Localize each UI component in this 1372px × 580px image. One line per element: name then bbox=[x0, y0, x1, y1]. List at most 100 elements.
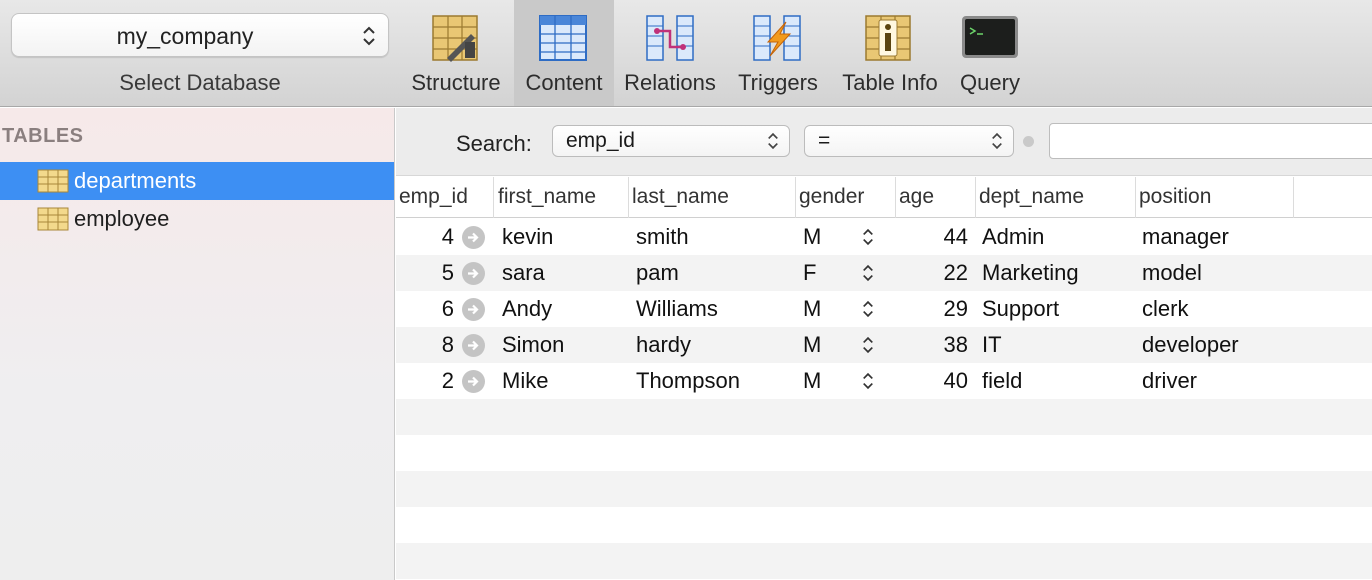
cell-gender[interactable]: F bbox=[803, 255, 853, 291]
cell-dept-name[interactable]: Support bbox=[982, 291, 1132, 327]
database-select-value: my_company bbox=[116, 23, 254, 49]
query-icon bbox=[962, 16, 1018, 58]
table-info-icon bbox=[865, 15, 911, 61]
cell-first-name[interactable]: Mike bbox=[502, 363, 630, 399]
chevron-updown-icon bbox=[992, 132, 1002, 150]
search-field-select[interactable]: emp_id bbox=[552, 125, 790, 157]
cell-first-name[interactable]: kevin bbox=[502, 219, 630, 255]
status-dot bbox=[1023, 136, 1034, 147]
chevron-updown-icon[interactable] bbox=[862, 298, 874, 320]
link-arrow-icon[interactable] bbox=[462, 298, 485, 321]
cell-last-name[interactable]: hardy bbox=[636, 327, 796, 363]
link-arrow-icon[interactable] bbox=[462, 262, 485, 285]
column-header-first-name[interactable]: first_name bbox=[495, 177, 629, 218]
cell-dept-name[interactable]: field bbox=[982, 363, 1132, 399]
table-header: emp_id first_name last_name gender age d… bbox=[396, 177, 1372, 218]
cell-position[interactable]: model bbox=[1142, 255, 1302, 291]
cell-age[interactable]: 44 bbox=[896, 219, 968, 255]
table-info-label: Table Info bbox=[842, 70, 938, 95]
content-icon bbox=[539, 15, 587, 61]
table-icon bbox=[37, 169, 69, 193]
structure-tab[interactable]: Structure bbox=[404, 0, 508, 106]
cell-age[interactable]: 22 bbox=[896, 255, 968, 291]
column-header-position[interactable]: position bbox=[1136, 177, 1294, 218]
cell-emp-id[interactable]: 6 bbox=[396, 291, 454, 327]
triggers-tab[interactable]: Triggers bbox=[728, 0, 828, 106]
cell-gender[interactable]: M bbox=[803, 363, 853, 399]
table-row-empty bbox=[396, 435, 1372, 471]
table-row[interactable]: 6 Andy Williams M 29 Support clerk bbox=[396, 291, 1372, 327]
cell-last-name[interactable]: Williams bbox=[636, 291, 796, 327]
cell-last-name[interactable]: Thompson bbox=[636, 363, 796, 399]
link-arrow-icon[interactable] bbox=[462, 226, 485, 249]
sidebar-item-departments[interactable]: departments bbox=[0, 162, 394, 200]
cell-emp-id[interactable]: 4 bbox=[396, 219, 454, 255]
cell-emp-id[interactable]: 5 bbox=[396, 255, 454, 291]
table-info-tab[interactable]: Table Info bbox=[834, 0, 946, 106]
cell-first-name[interactable]: sara bbox=[502, 255, 630, 291]
cell-dept-name[interactable]: Marketing bbox=[982, 255, 1132, 291]
structure-icon bbox=[432, 15, 478, 62]
content-table: emp_id first_name last_name gender age d… bbox=[396, 177, 1372, 580]
cell-position[interactable]: manager bbox=[1142, 219, 1302, 255]
cell-dept-name[interactable]: IT bbox=[982, 327, 1132, 363]
filter-bar: Search: emp_id = bbox=[396, 108, 1372, 176]
cell-emp-id[interactable]: 8 bbox=[396, 327, 454, 363]
cell-last-name[interactable]: pam bbox=[636, 255, 796, 291]
search-field-value: emp_id bbox=[566, 129, 635, 152]
link-arrow-icon[interactable] bbox=[462, 370, 485, 393]
cell-position[interactable]: developer bbox=[1142, 327, 1302, 363]
chevron-updown-icon[interactable] bbox=[862, 226, 874, 248]
link-arrow-icon[interactable] bbox=[462, 334, 485, 357]
table-row-empty bbox=[396, 471, 1372, 507]
column-header-emp-id[interactable]: emp_id bbox=[396, 177, 494, 218]
column-header-dept-name[interactable]: dept_name bbox=[976, 177, 1136, 218]
search-operator-select[interactable]: = bbox=[804, 125, 1014, 157]
column-header-gender[interactable]: gender bbox=[796, 177, 896, 218]
search-operator-value: = bbox=[818, 129, 831, 152]
cell-age[interactable]: 38 bbox=[896, 327, 968, 363]
cell-last-name[interactable]: smith bbox=[636, 219, 796, 255]
query-label: Query bbox=[960, 70, 1020, 95]
cell-dept-name[interactable]: Admin bbox=[982, 219, 1132, 255]
search-label: Search: bbox=[456, 131, 532, 156]
table-row-empty bbox=[396, 399, 1372, 435]
query-tab[interactable]: Query bbox=[950, 0, 1030, 106]
chevron-updown-icon[interactable] bbox=[862, 334, 874, 356]
tables-header: TABLES bbox=[2, 125, 84, 147]
content-label: Content bbox=[525, 70, 603, 95]
toolbar: my_company Select Database Structure Con… bbox=[0, 0, 1372, 107]
cell-age[interactable]: 40 bbox=[896, 363, 968, 399]
table-row[interactable]: 2 Mike Thompson M 40 field driver bbox=[396, 363, 1372, 399]
table-icon bbox=[37, 207, 69, 231]
table-row-empty bbox=[396, 543, 1372, 579]
cell-gender[interactable]: M bbox=[803, 219, 853, 255]
column-header-age[interactable]: age bbox=[896, 177, 976, 218]
cell-first-name[interactable]: Simon bbox=[502, 327, 630, 363]
table-row[interactable]: 8 Simon hardy M 38 IT developer bbox=[396, 327, 1372, 363]
column-header-last-name[interactable]: last_name bbox=[629, 177, 796, 218]
chevron-updown-icon[interactable] bbox=[862, 370, 874, 392]
cell-age[interactable]: 29 bbox=[896, 291, 968, 327]
table-row[interactable]: 4 kevin smith M 44 Admin manager bbox=[396, 219, 1372, 255]
select-database-label: Select Database bbox=[119, 70, 281, 95]
sidebar-item-employee[interactable]: employee bbox=[0, 200, 394, 238]
triggers-icon bbox=[753, 15, 801, 61]
search-value-input[interactable] bbox=[1049, 123, 1372, 159]
cell-first-name[interactable]: Andy bbox=[502, 291, 630, 327]
content-tab[interactable]: Content bbox=[514, 0, 614, 106]
cell-gender[interactable]: M bbox=[803, 327, 853, 363]
sidebar-item-label: employee bbox=[74, 206, 170, 231]
triggers-label: Triggers bbox=[738, 70, 818, 95]
chevron-updown-icon[interactable] bbox=[862, 262, 874, 284]
cell-position[interactable]: clerk bbox=[1142, 291, 1302, 327]
cell-gender[interactable]: M bbox=[803, 291, 853, 327]
sidebar: TABLES departments employee bbox=[0, 108, 395, 580]
database-select[interactable]: my_company bbox=[11, 13, 389, 57]
relations-tab[interactable]: Relations bbox=[618, 0, 722, 106]
cell-position[interactable]: driver bbox=[1142, 363, 1302, 399]
relations-label: Relations bbox=[624, 70, 716, 95]
cell-emp-id[interactable]: 2 bbox=[396, 363, 454, 399]
table-row[interactable]: 5 sara pam F 22 Marketing model bbox=[396, 255, 1372, 291]
table-row-empty bbox=[396, 507, 1372, 543]
